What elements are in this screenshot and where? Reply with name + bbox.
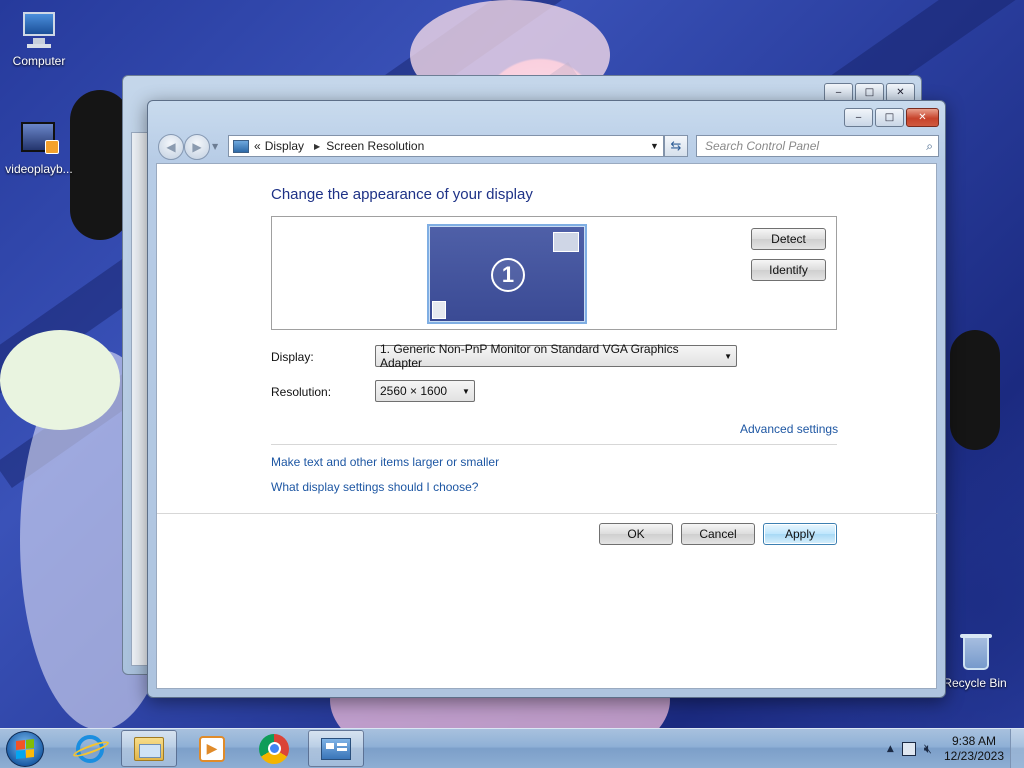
show-desktop-button[interactable] (1010, 729, 1024, 768)
back-button[interactable]: ◀ (158, 134, 184, 160)
identify-button[interactable]: Identify (751, 259, 826, 281)
maximize-button[interactable]: □ (875, 108, 904, 127)
navigation-bar: ◀ ▶ ▼ « Display ▶ Screen Resolution ▼ ⇆ … (156, 134, 939, 160)
display-control-panel-icon (233, 139, 249, 153)
wallpaper-character (70, 90, 130, 240)
detect-button[interactable]: Detect (751, 228, 826, 250)
recent-pages-icon[interactable]: ▼ (212, 142, 218, 151)
search-placeholder: Search Control Panel (705, 139, 820, 153)
resolution-select[interactable]: 2560 × 1600 ▼ (375, 380, 475, 402)
clock-date: 12/23/2023 (943, 749, 1005, 763)
resolution-select-value: 2560 × 1600 (380, 384, 448, 398)
desktop-icon-label: Computer (12, 54, 66, 68)
divider (271, 444, 837, 445)
breadcrumb-screen-resolution[interactable]: Screen Resolution (326, 139, 424, 153)
address-dropdown-icon[interactable]: ▼ (645, 141, 663, 151)
nav-buttons: ◀ ▶ ▼ (156, 134, 220, 160)
refresh-icon: ⇆ (670, 138, 682, 154)
desktop-icon-label: videoplayb... (5, 162, 73, 176)
search-icon[interactable]: ⌕ (926, 139, 933, 154)
monitor-1[interactable]: 1 (427, 224, 587, 324)
internet-explorer-icon (71, 734, 111, 763)
display-label: Display: (271, 350, 314, 364)
minimize-button[interactable]: ‒ (844, 108, 873, 127)
desktop-icon-video[interactable]: videoplayb... (1, 118, 77, 176)
forward-arrow-icon: ▶ (192, 140, 202, 154)
monitor-number: 1 (491, 258, 525, 292)
screen-resolution-window: ‒ □ ✕ ◀ ▶ ▼ « Display ▶ Screen Resolutio… (147, 100, 946, 698)
wallpaper-character (950, 330, 1000, 450)
desktop-icon-computer[interactable]: Computer (1, 10, 77, 68)
apply-button[interactable]: Apply (763, 523, 837, 545)
advanced-settings-link[interactable]: Advanced settings (740, 422, 838, 436)
breadcrumb-display[interactable]: Display (265, 139, 304, 153)
page-title: Change the appearance of your display (271, 186, 533, 203)
taskbar: ▶ ▲ 🔇︎ 9:38 AM 12/23/2023 (0, 728, 1024, 768)
address-bar[interactable]: « Display ▶ Screen Resolution ▼ (228, 135, 664, 157)
computer-icon (19, 10, 59, 50)
taskbar-item-media-player[interactable]: ▶ (184, 730, 240, 767)
display-select-value: 1. Generic Non-PnP Monitor on Standard V… (380, 342, 679, 370)
desktop-icon-recycle-bin[interactable]: Recycle Bin (937, 632, 1013, 690)
chevron-down-icon: ▼ (724, 351, 733, 361)
search-input[interactable]: Search Control Panel ⌕ (696, 135, 939, 157)
system-tray: ▲ 🔇︎ 9:38 AM 12/23/2023 (887, 729, 1024, 768)
refresh-button[interactable]: ⇆ (664, 135, 688, 157)
file-explorer-icon (134, 736, 164, 761)
taskbar-item-control-panel[interactable] (308, 730, 364, 767)
windows-logo-icon (16, 739, 34, 759)
chevron-down-icon: ▼ (462, 386, 470, 396)
ok-button[interactable]: OK (599, 523, 673, 545)
back-arrow-icon: ◀ (166, 140, 176, 154)
breadcrumb-overflow[interactable]: « (254, 139, 261, 153)
divider (157, 513, 938, 514)
breadcrumb-separator-icon[interactable]: ▶ (314, 142, 320, 151)
monitor-preview: 1 Detect Identify (271, 216, 837, 330)
control-panel-icon (321, 737, 351, 760)
forward-button[interactable]: ▶ (184, 134, 210, 160)
desktop-icon-label: Recycle Bin (943, 676, 1007, 690)
wallpaper-character (0, 330, 120, 430)
recycle-bin-icon (955, 632, 995, 672)
close-button[interactable]: ✕ (906, 108, 939, 127)
taskbar-item-chrome[interactable] (246, 730, 302, 767)
monitor-thumbnail-icon (432, 301, 446, 319)
media-player-icon: ▶ (199, 735, 225, 762)
cancel-button[interactable]: Cancel (681, 523, 755, 545)
text-size-link[interactable]: Make text and other items larger or smal… (271, 455, 499, 469)
monitor-thumbnail-icon (553, 232, 579, 252)
show-hidden-icons-icon[interactable]: ▲ (887, 744, 894, 754)
content-pane: Change the appearance of your display 1 … (156, 163, 938, 689)
display-settings-help-link[interactable]: What display settings should I choose? (271, 480, 478, 494)
video-file-icon (19, 118, 59, 158)
network-icon[interactable] (901, 742, 916, 756)
resolution-label: Resolution: (271, 385, 332, 399)
taskbar-item-internet-explorer[interactable] (62, 730, 118, 767)
start-button[interactable] (6, 731, 44, 767)
caption-buttons: ‒ □ ✕ (844, 108, 939, 127)
volume-muted-icon[interactable]: 🔇︎ (924, 742, 932, 757)
chrome-icon (259, 733, 289, 764)
clock[interactable]: 9:38 AM 12/23/2023 (938, 734, 1010, 764)
display-select[interactable]: 1. Generic Non-PnP Monitor on Standard V… (375, 342, 737, 370)
taskbar-item-file-explorer[interactable] (121, 730, 177, 767)
clock-time: 9:38 AM (951, 734, 997, 748)
